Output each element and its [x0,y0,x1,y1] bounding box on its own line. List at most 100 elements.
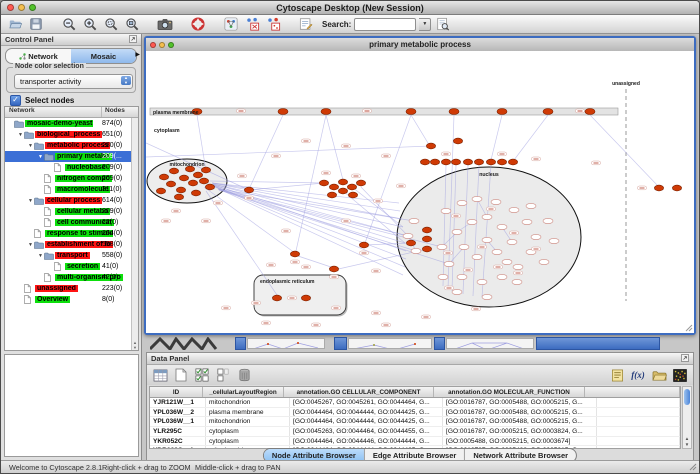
expand-arrow-icon[interactable]: ▼ [37,154,44,160]
network-node[interactable] [441,159,450,165]
notes-icon[interactable] [608,367,626,383]
network-node[interactable] [321,109,331,115]
network-node[interactable] [482,294,492,299]
minimize-button[interactable] [18,4,25,11]
network-node[interactable] [338,188,347,194]
zoom-out-icon[interactable] [60,16,78,32]
network-node[interactable] [452,229,462,234]
network-node[interactable] [467,219,477,224]
network-node[interactable] [244,187,253,193]
network-window-titlebar[interactable]: primary metabolic process [146,38,694,52]
zoom-button[interactable] [29,4,36,11]
network-node[interactable] [301,295,310,301]
tree-row[interactable]: ▼establishment of lo558(0) [5,239,131,250]
network-node[interactable] [420,159,429,165]
table-row[interactable]: YPL036W__2plasma membrane[GO:0044464, GO… [150,408,680,418]
node-color-dropdown[interactable]: transporter activity ▲▼ [14,74,133,89]
network-node[interactable] [459,244,469,249]
col-cellular-layout-region[interactable]: _cellularLayoutRegion [203,387,284,397]
tree-row[interactable]: unassigned223(0) [5,283,131,294]
tree-col-network[interactable]: Network [5,107,102,117]
network-node[interactable] [409,218,419,223]
network-node[interactable] [453,138,462,144]
tree-row[interactable]: response to stimulu264(0) [5,228,131,239]
network-node[interactable] [491,199,501,204]
birds-eye-view[interactable] [4,354,139,457]
zoom-in-icon[interactable] [81,16,99,32]
network-node[interactable] [472,254,482,259]
network-node[interactable] [513,264,523,269]
network-node[interactable] [327,192,336,198]
network-node[interactable] [531,234,541,239]
tree-scrollbar[interactable]: ▲▼ [131,118,138,350]
network-node[interactable] [449,109,459,115]
zoom-fit-icon[interactable] [123,16,141,32]
tree-row[interactable]: ▼primary metabo209(... [5,151,131,162]
network-node[interactable] [507,239,517,244]
tree-row[interactable]: secretion41(0) [5,261,131,272]
tab-network[interactable]: Network [6,49,71,63]
tree-row[interactable]: nucleobase-209(0) [5,162,131,173]
close-button[interactable] [7,4,14,11]
network-node[interactable] [290,251,299,257]
network-node[interactable] [444,261,454,266]
network-node[interactable] [482,237,492,242]
network-node[interactable] [492,249,502,254]
network-node[interactable] [426,143,435,149]
background-window-edge[interactable] [235,337,246,350]
network-node[interactable] [672,185,681,191]
network-node[interactable] [193,172,202,178]
search-input[interactable] [354,18,416,31]
network-node[interactable] [509,207,519,212]
close-button[interactable] [150,42,156,48]
network-node[interactable] [174,194,183,200]
network-node[interactable] [159,174,168,180]
network-node[interactable] [463,159,472,165]
network-node[interactable] [422,227,431,233]
network-overview-icon[interactable] [222,16,240,32]
tab-mosaic[interactable]: Mosaic [71,49,136,63]
float-panel-icon[interactable] [681,354,689,364]
network-node[interactable] [543,109,553,115]
cytopanel-ring-icon[interactable] [189,16,207,32]
network-node[interactable] [406,240,415,246]
expand-arrow-icon[interactable]: ▼ [37,253,44,259]
network-node[interactable] [512,279,522,284]
tree-col-nodes[interactable]: Nodes [102,107,138,117]
network-node[interactable] [356,180,365,186]
tree-row[interactable]: multi-organism pro42(0) [5,272,131,283]
expand-arrow-icon[interactable]: ▼ [27,242,34,248]
tree-row[interactable]: mosaic-demo-yeast874(0) [5,118,131,129]
background-window-edge[interactable] [536,337,660,350]
zoom-button[interactable] [168,42,174,48]
network-node[interactable] [539,259,549,264]
network-node[interactable] [486,159,495,165]
network-node[interactable] [654,185,663,191]
data-panel-scrollbar[interactable]: ▲▼ [682,386,692,449]
formula-fx-icon[interactable]: f(x) [629,367,647,383]
network-node[interactable] [543,218,553,223]
tab-overflow-arrow[interactable]: ▶ [135,51,140,58]
network-canvas[interactable]: plasma membranecytoplasmmitochondrionnuc… [146,51,694,333]
expand-arrow-icon[interactable]: ▼ [17,132,24,138]
network-node[interactable] [179,175,188,181]
network-node[interactable] [199,178,208,184]
network-node[interactable] [338,179,347,185]
table-row[interactable]: YPL036W__1mitochondrion[GO:0044464, GO:0… [150,417,680,427]
network-node[interactable] [497,109,507,115]
network-node[interactable] [191,190,200,196]
attribute-table-icon[interactable] [151,367,169,383]
tree-row[interactable]: ▼cellular process614(0) [5,195,131,206]
network-node[interactable] [441,208,451,213]
network-node[interactable] [422,236,431,242]
snapshot-icon[interactable] [156,16,174,32]
tree-row[interactable]: macromolecule311(0) [5,184,131,195]
col-go-molecular-function[interactable]: annotation.GO MOLECULAR_FUNCTION [434,387,585,397]
resize-grip-icon[interactable] [685,324,693,332]
network-node[interactable] [347,184,356,190]
network-node[interactable] [585,109,595,115]
background-network-fragment[interactable] [150,337,230,350]
attribute-matrix-icon[interactable] [671,367,689,383]
select-all-attributes-icon[interactable] [193,367,211,383]
network-node[interactable] [457,274,467,279]
